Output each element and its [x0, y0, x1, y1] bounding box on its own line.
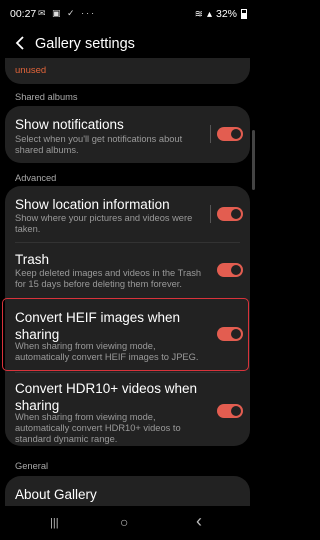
about-gallery-title: About Gallery — [15, 487, 97, 502]
convert-hdr-row[interactable]: Convert HDR10+ videos when sharing When … — [5, 373, 250, 446]
highlight-box — [2, 298, 249, 371]
show-location-title: Show location information — [15, 197, 170, 212]
back-arrow-icon[interactable] — [10, 32, 32, 54]
navigation-bar: ||| ○ ‹ — [0, 506, 256, 540]
recents-icon[interactable]: ||| — [50, 517, 59, 529]
section-shared-albums: Shared albums — [15, 92, 78, 102]
battery-icon — [241, 9, 247, 19]
show-notifications-title: Show notifications — [15, 117, 124, 132]
shared-albums-card: Show notifications Select when you'll ge… — [5, 106, 250, 163]
battery-percent: 32% — [215, 8, 237, 20]
status-bar: 00:27 ✉ ▣ ✓ ··· ≋ ▴ 32% — [0, 0, 256, 26]
convert-hdr-subtitle: When sharing from viewing mode, automati… — [15, 412, 181, 445]
show-notifications-toggle[interactable] — [217, 127, 243, 141]
signal-icon: ▴ — [206, 8, 212, 20]
section-general: General — [15, 461, 49, 471]
toggle-divider — [210, 125, 211, 143]
trash-subtitle: Keep deleted images and videos in the Tr… — [15, 268, 202, 290]
page-title: Gallery settings — [35, 36, 135, 52]
show-notifications-subtitle: Select when you'll get notifications abo… — [15, 134, 183, 156]
trash-row[interactable]: Trash Keep deleted images and videos in … — [5, 243, 250, 298]
wifi-icon: ≋ — [194, 8, 203, 20]
show-location-row[interactable]: Show location information Show where you… — [5, 186, 250, 242]
notification-icons: ✉ ▣ ✓ ··· — [38, 8, 97, 18]
convert-hdr-toggle[interactable] — [217, 404, 243, 418]
toggle-divider — [210, 205, 211, 223]
show-location-subtitle: Show where your pictures and videos were… — [15, 213, 193, 235]
scrollbar[interactable] — [252, 130, 255, 190]
section-advanced: Advanced — [15, 173, 57, 183]
status-right: ≋ ▴ 32% — [195, 8, 247, 20]
unused-text: unused — [15, 65, 47, 76]
show-location-toggle[interactable] — [217, 207, 243, 221]
trash-title: Trash — [15, 252, 50, 267]
home-icon[interactable]: ○ — [120, 514, 128, 530]
top-card: unused — [5, 58, 250, 84]
trash-toggle[interactable] — [217, 263, 243, 277]
convert-hdr-title: Convert HDR10+ videos when sharing — [15, 381, 197, 413]
status-time: 00:27 — [10, 8, 37, 20]
back-nav-icon[interactable]: ‹ — [196, 511, 202, 532]
show-notifications-row[interactable]: Show notifications Select when you'll ge… — [5, 106, 250, 163]
